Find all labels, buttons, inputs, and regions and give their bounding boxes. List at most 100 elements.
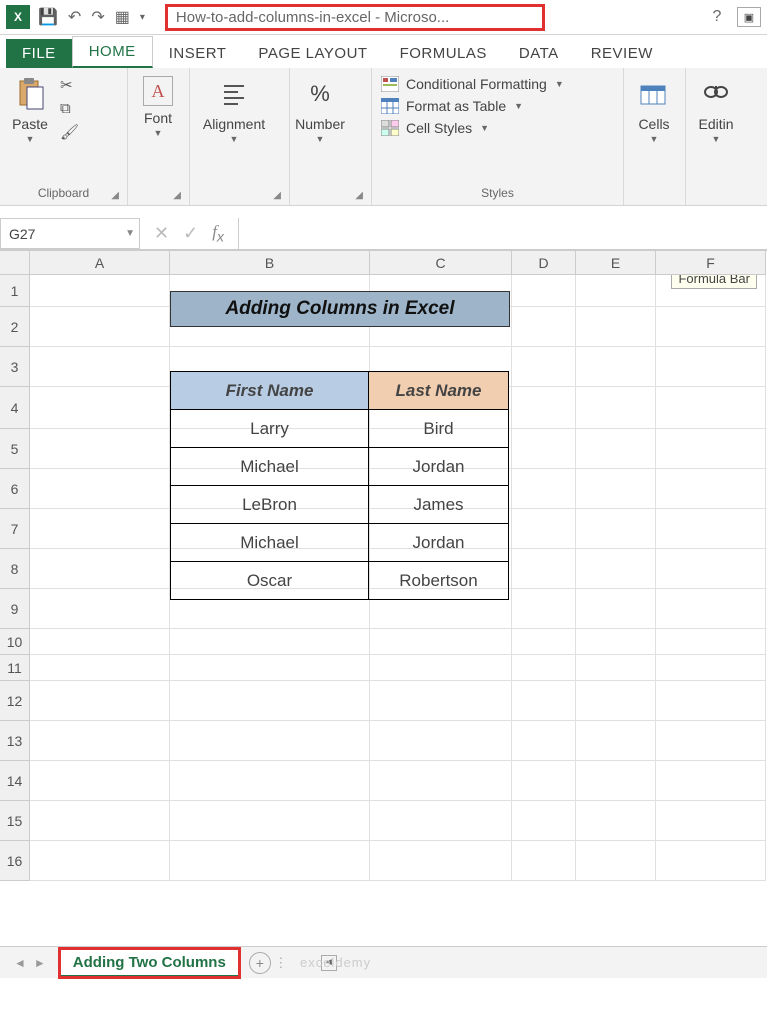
tab-formulas[interactable]: FORMULAS	[384, 39, 503, 68]
cell-E10[interactable]	[576, 629, 656, 655]
cell-A12[interactable]	[30, 681, 170, 721]
cell-B10[interactable]	[170, 629, 370, 655]
sheet-title-cell[interactable]: Adding Columns in Excel	[170, 291, 510, 327]
cell-F2[interactable]	[656, 307, 766, 347]
cell-A3[interactable]	[30, 347, 170, 387]
cell-E13[interactable]	[576, 721, 656, 761]
cell-E14[interactable]	[576, 761, 656, 801]
cell-B12[interactable]	[170, 681, 370, 721]
tab-home[interactable]: HOME	[72, 36, 153, 68]
cell-C12[interactable]	[370, 681, 512, 721]
cell-D4[interactable]	[512, 387, 576, 429]
cell-last-name-1[interactable]: Jordan	[369, 448, 509, 486]
cell-B16[interactable]	[170, 841, 370, 881]
cell-D10[interactable]	[512, 629, 576, 655]
undo-icon[interactable]: ↶	[68, 7, 81, 27]
alignment-button[interactable]: Alignment ▼	[196, 72, 272, 144]
cell-E2[interactable]	[576, 307, 656, 347]
cell-D15[interactable]	[512, 801, 576, 841]
copy-icon[interactable]: ⧉	[60, 100, 79, 117]
tab-data[interactable]: DATA	[503, 39, 575, 68]
cell-D11[interactable]	[512, 655, 576, 681]
row-header-2[interactable]: 2	[0, 307, 30, 347]
cell-first-name-1[interactable]: Michael	[171, 448, 369, 486]
cell-D13[interactable]	[512, 721, 576, 761]
cell-F3[interactable]	[656, 347, 766, 387]
help-icon[interactable]: ?	[707, 8, 727, 26]
cells-button[interactable]: Cells ▼	[630, 72, 678, 144]
column-header-A[interactable]: A	[30, 251, 170, 275]
cell-last-name-4[interactable]: Robertson	[369, 562, 509, 600]
row-header-8[interactable]: 8	[0, 549, 30, 589]
cell-E15[interactable]	[576, 801, 656, 841]
cut-icon[interactable]: ✂	[60, 76, 79, 94]
conditional-formatting-button[interactable]: Conditional Formatting▼	[380, 76, 564, 92]
worksheet-grid[interactable]: ABCDEF 12345678910111213141516 Adding Co…	[0, 250, 767, 946]
number-button[interactable]: % Number ▼	[296, 72, 344, 144]
cell-F8[interactable]	[656, 549, 766, 589]
cell-F4[interactable]	[656, 387, 766, 429]
format-painter-icon[interactable]: 🖌	[60, 123, 79, 141]
row-header-3[interactable]: 3	[0, 347, 30, 387]
fx-icon[interactable]: fx	[212, 222, 224, 245]
row-header-9[interactable]: 9	[0, 589, 30, 629]
cell-F13[interactable]	[656, 721, 766, 761]
cell-E11[interactable]	[576, 655, 656, 681]
row-header-4[interactable]: 4	[0, 387, 30, 429]
cell-first-name-3[interactable]: Michael	[171, 524, 369, 562]
cell-A13[interactable]	[30, 721, 170, 761]
cell-A15[interactable]	[30, 801, 170, 841]
tab-file[interactable]: FILE	[6, 39, 72, 68]
touch-mode-icon[interactable]: ▦	[115, 7, 130, 27]
cell-F15[interactable]	[656, 801, 766, 841]
row-header-16[interactable]: 16	[0, 841, 30, 881]
cell-E1[interactable]	[576, 275, 656, 307]
cell-F16[interactable]	[656, 841, 766, 881]
column-header-D[interactable]: D	[512, 251, 576, 275]
enter-icon[interactable]: ✓	[183, 223, 198, 244]
sheet-tab-active[interactable]: Adding Two Columns	[60, 949, 239, 977]
row-header-7[interactable]: 7	[0, 509, 30, 549]
editing-button[interactable]: Editin ▼	[692, 72, 740, 144]
cell-D8[interactable]	[512, 549, 576, 589]
cell-D9[interactable]	[512, 589, 576, 629]
column-header-F[interactable]: F	[656, 251, 766, 275]
column-header-B[interactable]: B	[170, 251, 370, 275]
cell-F1[interactable]	[656, 275, 766, 307]
cell-first-name-0[interactable]: Larry	[171, 410, 369, 448]
dialog-launcher-icon[interactable]: ◢	[111, 190, 119, 201]
redo-icon[interactable]: ↷	[91, 7, 104, 27]
cell-A11[interactable]	[30, 655, 170, 681]
cell-D3[interactable]	[512, 347, 576, 387]
cell-B15[interactable]	[170, 801, 370, 841]
cell-first-name-4[interactable]: Oscar	[171, 562, 369, 600]
horizontal-scroll[interactable]: ◄	[291, 955, 767, 971]
cell-C14[interactable]	[370, 761, 512, 801]
tab-review[interactable]: REVIEW	[575, 39, 669, 68]
cell-D14[interactable]	[512, 761, 576, 801]
cell-B14[interactable]	[170, 761, 370, 801]
cell-D5[interactable]	[512, 429, 576, 469]
cell-F7[interactable]	[656, 509, 766, 549]
cell-D12[interactable]	[512, 681, 576, 721]
dialog-launcher-icon[interactable]: ◢	[273, 190, 281, 201]
cell-last-name-2[interactable]: James	[369, 486, 509, 524]
column-header-C[interactable]: C	[370, 251, 512, 275]
cell-E16[interactable]	[576, 841, 656, 881]
cell-E7[interactable]	[576, 509, 656, 549]
tab-page-layout[interactable]: PAGE LAYOUT	[242, 39, 383, 68]
dialog-launcher-icon[interactable]: ◢	[173, 190, 181, 201]
cell-A6[interactable]	[30, 469, 170, 509]
cell-A8[interactable]	[30, 549, 170, 589]
cell-A2[interactable]	[30, 307, 170, 347]
column-header-E[interactable]: E	[576, 251, 656, 275]
cell-B13[interactable]	[170, 721, 370, 761]
cell-A14[interactable]	[30, 761, 170, 801]
cell-D16[interactable]	[512, 841, 576, 881]
cell-C15[interactable]	[370, 801, 512, 841]
cell-A9[interactable]	[30, 589, 170, 629]
row-header-6[interactable]: 6	[0, 469, 30, 509]
cell-D6[interactable]	[512, 469, 576, 509]
cell-F6[interactable]	[656, 469, 766, 509]
header-last-name[interactable]: Last Name	[369, 372, 509, 410]
